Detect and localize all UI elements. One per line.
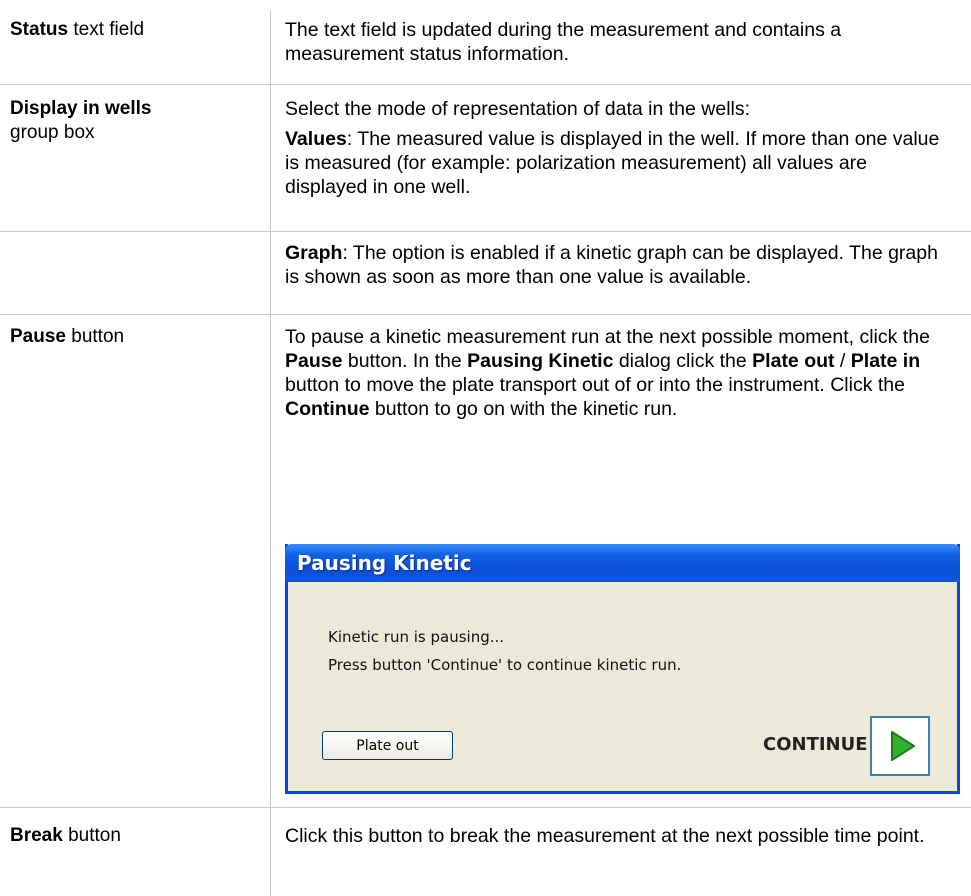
dialog-message-line1: Kinetic run is pausing... xyxy=(328,628,505,646)
row-display-in-wells: Display in wells group box Select the mod… xyxy=(0,85,971,232)
pausing-kinetic-dialog: Pausing Kinetic Kinetic run is pausing..… xyxy=(285,544,960,794)
continue-button[interactable] xyxy=(870,716,930,776)
desc-graph: Graph: The option is enabled if a kineti… xyxy=(285,242,938,288)
term-break: Break button xyxy=(10,825,121,846)
term-pause: Pause button xyxy=(10,326,125,347)
desc-pause: To pause a kinetic measurement run at th… xyxy=(285,326,930,420)
term-status: Status text field xyxy=(10,19,145,40)
desc-display-in-wells: Select the mode of representation of dat… xyxy=(285,98,940,198)
play-icon xyxy=(891,731,915,761)
desc-status: The text field is updated during the mea… xyxy=(285,19,842,65)
dialog-title-bar: Pausing Kinetic xyxy=(285,544,960,582)
desc-break: Click this button to break the measureme… xyxy=(285,825,925,847)
row-break: Break button Click this button to break … xyxy=(0,808,971,896)
dialog-message-line2: Press button 'Continue' to continue kine… xyxy=(328,656,682,674)
term-display-in-wells: Display in wells group box xyxy=(10,98,152,143)
plate-out-button[interactable]: Plate out xyxy=(322,731,453,760)
row-status: Status text field The text field is upda… xyxy=(0,0,971,85)
row-graph: Graph: The option is enabled if a kineti… xyxy=(0,232,971,315)
continue-label: CONTINUE xyxy=(763,734,868,755)
dialog-title: Pausing Kinetic xyxy=(297,551,472,575)
